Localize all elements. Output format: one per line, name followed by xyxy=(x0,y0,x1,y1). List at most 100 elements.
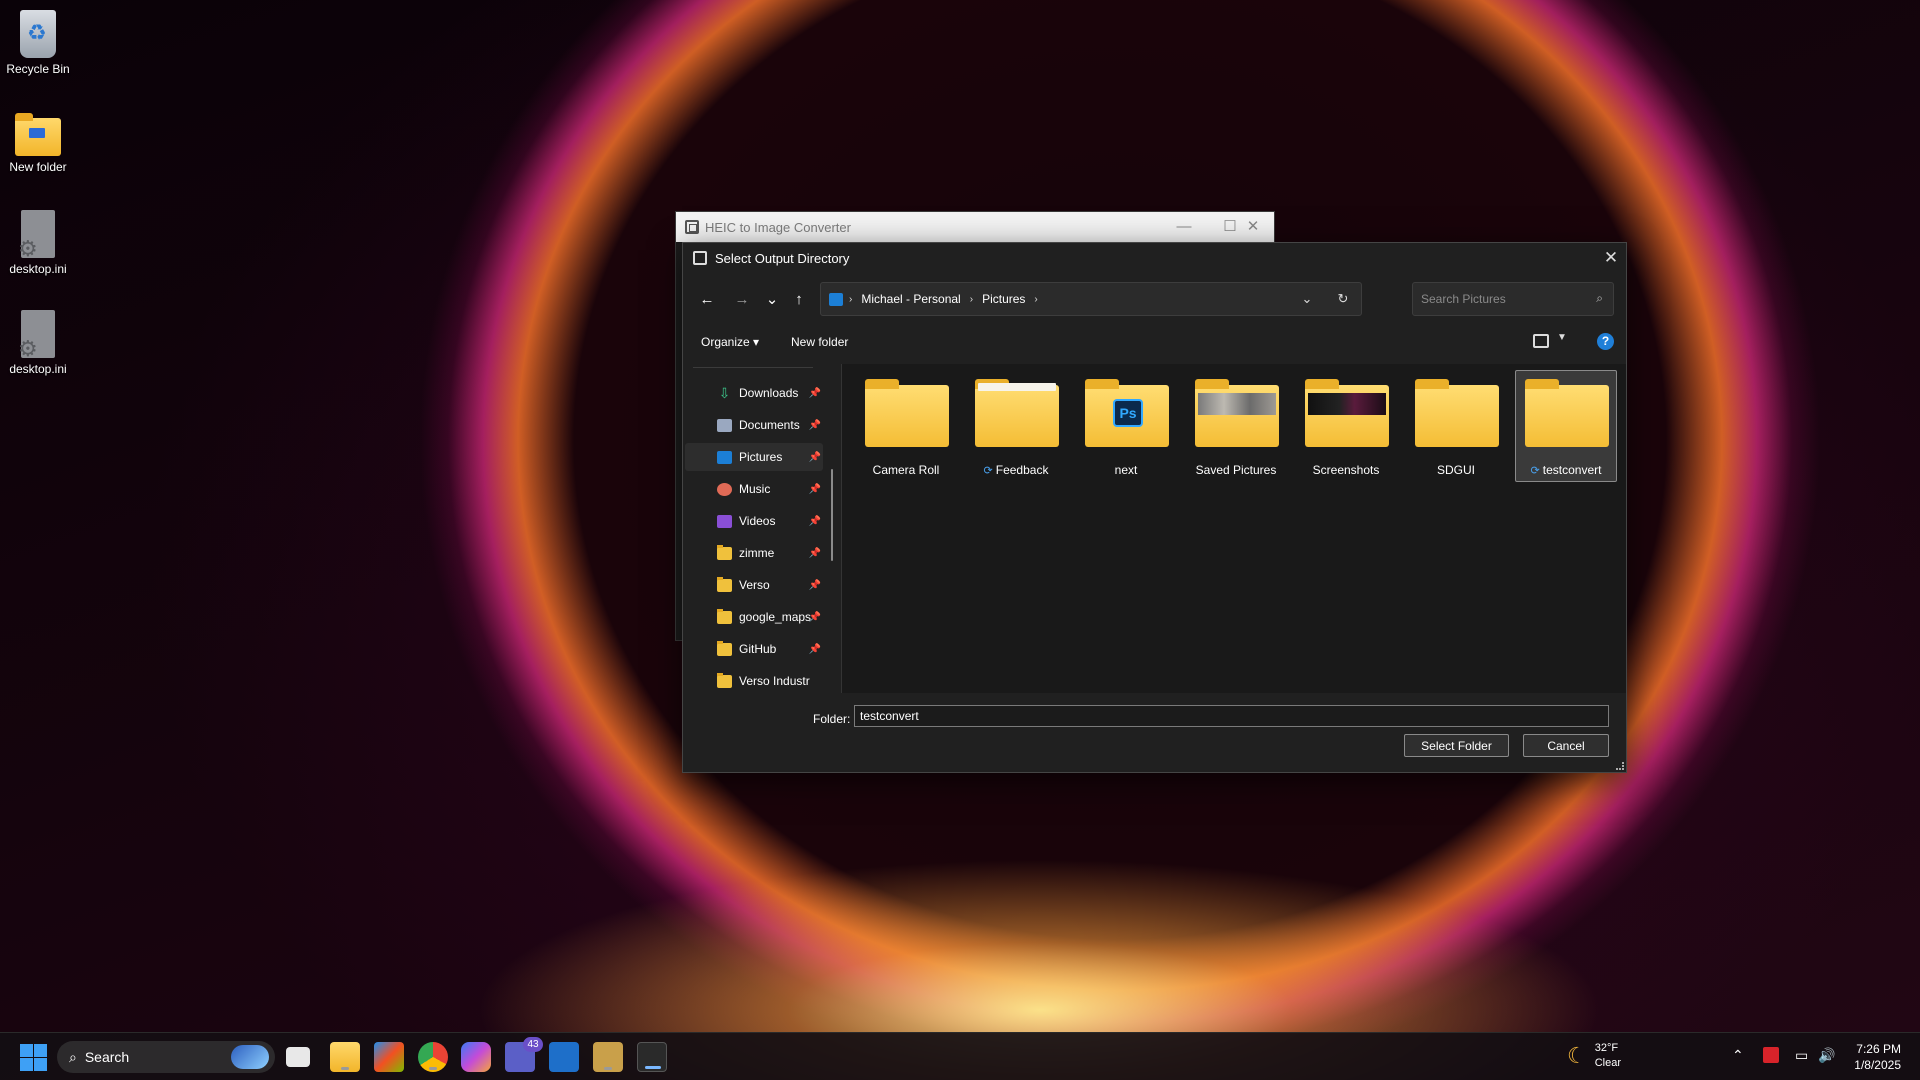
organize-button[interactable]: Organize ▾ xyxy=(701,335,759,349)
sidebar-item-label: Videos xyxy=(739,514,776,528)
pictures-icon xyxy=(717,450,732,464)
sidebar-item-videos[interactable]: Videos 📌 xyxy=(685,507,823,535)
sidebar-item-downloads[interactable]: ⇩ Downloads 📌 xyxy=(685,379,823,407)
taskbar-search[interactable]: ⌕ Search xyxy=(57,1041,275,1073)
search-icon: ⌕ xyxy=(1596,291,1603,305)
pin-icon: 📌 xyxy=(808,579,821,591)
dialog-close-button[interactable]: ✕ xyxy=(1596,243,1626,273)
sidebar-item-verso[interactable]: Verso 📌 xyxy=(685,571,823,599)
pin-icon: 📌 xyxy=(808,419,821,431)
pin-icon: 📌 xyxy=(808,483,821,495)
sidebar-item-pictures[interactable]: Pictures 📌 xyxy=(685,443,823,471)
view-mode-icon[interactable] xyxy=(1533,334,1549,348)
breadcrumb-separator[interactable]: › xyxy=(1034,294,1037,305)
desktop-icon-desktop-ini[interactable]: desktop.ini xyxy=(2,204,74,276)
dialog-title: Select Output Directory xyxy=(715,250,850,266)
select-folder-button[interactable]: Select Folder xyxy=(1404,734,1509,757)
app-title: HEIC to Image Converter xyxy=(705,219,851,235)
app-icon[interactable] xyxy=(593,1042,623,1072)
running-indicator xyxy=(645,1066,661,1069)
breadcrumb-separator: › xyxy=(849,293,853,305)
folder-tile-saved-pictures[interactable]: Saved Pictures xyxy=(1185,370,1287,482)
amd-software-icon[interactable] xyxy=(1763,1047,1779,1063)
sidebar-item-zimme[interactable]: zimme 📌 xyxy=(685,539,823,567)
task-view-icon[interactable] xyxy=(286,1047,310,1067)
breadcrumb-separator[interactable]: › xyxy=(970,294,973,305)
weather-widget[interactable]: ☾ 32°F Clear xyxy=(1567,1041,1621,1071)
sidebar-item-label: Downloads xyxy=(739,386,799,400)
sidebar-item-verso-industries[interactable]: Verso Industr xyxy=(685,667,823,693)
search-highlight-icon xyxy=(231,1045,269,1069)
desktop-icon-recycle-bin[interactable]: Recycle Bin xyxy=(2,4,74,76)
folder-label: Screenshots xyxy=(1312,463,1380,477)
desktop-icon-label: desktop.ini xyxy=(9,262,67,276)
sidebar-item-label: zimme xyxy=(739,546,775,560)
breadcrumb-michael-personal[interactable]: Michael - Personal xyxy=(861,292,960,306)
folder-label: Camera Roll xyxy=(872,463,940,477)
forward-arrow-icon[interactable]: → xyxy=(730,288,754,312)
dialog-titlebar[interactable]: Select Output Directory xyxy=(683,243,1626,273)
heic-converter-taskbar-icon[interactable] xyxy=(637,1042,667,1072)
moon-icon: ☾ xyxy=(1567,1043,1587,1068)
desktop-icon-desktop-ini-2[interactable]: desktop.ini xyxy=(2,304,74,376)
folder-label: SDGUI xyxy=(1436,463,1475,477)
address-bar[interactable]: › Michael - Personal › Pictures › ⌄ ↻ xyxy=(820,282,1362,316)
sidebar-item-label: google_maps xyxy=(739,610,811,624)
resize-grip-icon[interactable] xyxy=(1616,762,1624,770)
photo-thumbnail xyxy=(1198,393,1276,415)
teams-icon[interactable]: 43 xyxy=(505,1037,543,1072)
folder-icon xyxy=(1305,379,1389,447)
windows-logo-icon-part xyxy=(20,1058,33,1071)
sidebar-item-label: Verso xyxy=(739,578,770,592)
close-button[interactable]: ✕ xyxy=(1230,212,1276,242)
sidebar-scrollbar[interactable] xyxy=(831,469,833,561)
vscode-icon[interactable] xyxy=(549,1042,579,1072)
refresh-icon[interactable]: ↻ xyxy=(1325,283,1361,315)
folder-tile-feedback[interactable]: ⟳ Feedback xyxy=(965,370,1067,482)
chrome-icon[interactable] xyxy=(418,1042,448,1072)
copilot-icon[interactable] xyxy=(461,1042,491,1072)
folder-tile-next[interactable]: Ps next xyxy=(1075,370,1177,482)
running-indicator xyxy=(604,1067,612,1070)
photoshop-icon: Ps xyxy=(1113,399,1143,427)
minimize-button[interactable]: — xyxy=(1161,212,1207,242)
folder-label: Feedback xyxy=(995,463,1049,477)
dialog-app-icon xyxy=(693,251,707,265)
file-explorer-icon[interactable] xyxy=(330,1042,360,1072)
start-button[interactable] xyxy=(18,1042,48,1072)
sidebar-item-music[interactable]: Music 📌 xyxy=(685,475,823,503)
cancel-button[interactable]: Cancel xyxy=(1523,734,1609,757)
sidebar-item-documents[interactable]: Documents 📌 xyxy=(685,411,823,439)
app-titlebar[interactable]: HEIC to Image Converter — ☐ ✕ xyxy=(676,212,1274,242)
folder-tile-camera-roll[interactable]: Camera Roll xyxy=(855,370,957,482)
system-clock[interactable]: 7:26 PM 1/8/2025 xyxy=(1845,1041,1901,1073)
search-box[interactable]: ⌕ xyxy=(1412,282,1614,316)
search-input[interactable] xyxy=(1413,283,1573,315)
sidebar-divider xyxy=(693,367,813,368)
back-arrow-icon[interactable]: ← xyxy=(695,288,719,312)
network-icon[interactable]: ▭ xyxy=(1795,1047,1808,1064)
sidebar-item-google-maps[interactable]: google_maps 📌 xyxy=(685,603,823,631)
sidebar-item-github[interactable]: GitHub 📌 xyxy=(685,635,823,663)
folder-icon xyxy=(717,640,732,656)
folder-label-wrap: ⟳ Feedback xyxy=(966,463,1066,477)
address-dropdown-chevron-icon[interactable]: ⌄ xyxy=(1289,283,1325,315)
sidebar-item-label: Verso Industr xyxy=(739,674,810,688)
microsoft-store-icon[interactable] xyxy=(374,1042,404,1072)
show-hidden-icons-chevron-icon[interactable]: ⌃ xyxy=(1732,1047,1744,1064)
recent-locations-chevron-icon[interactable]: ⌄ xyxy=(760,288,784,312)
view-options-caret-icon[interactable]: ▼ xyxy=(1557,332,1567,343)
up-arrow-icon[interactable]: ↑ xyxy=(787,288,811,312)
folder-icon: Ps xyxy=(1085,379,1169,447)
desktop-icon-label: desktop.ini xyxy=(9,362,67,376)
folder-tile-screenshots[interactable]: Screenshots xyxy=(1295,370,1397,482)
desktop-icon-new-folder[interactable]: New folder xyxy=(2,104,74,174)
desktop-icon-label: New folder xyxy=(9,160,67,174)
new-folder-button[interactable]: New folder xyxy=(791,335,848,349)
breadcrumb-pictures[interactable]: Pictures xyxy=(982,292,1025,306)
folder-tile-testconvert[interactable]: ⟳ testconvert xyxy=(1515,370,1617,482)
folder-name-field[interactable] xyxy=(854,705,1609,727)
volume-icon[interactable]: 🔊 xyxy=(1818,1047,1835,1064)
help-icon[interactable]: ? xyxy=(1597,333,1614,350)
folder-tile-sdgui[interactable]: SDGUI xyxy=(1405,370,1507,482)
